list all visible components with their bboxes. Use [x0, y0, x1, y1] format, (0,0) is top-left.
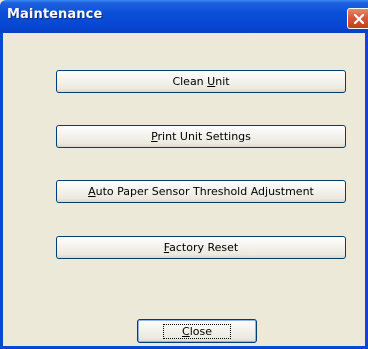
close-focus-rect: Close	[163, 323, 231, 339]
factory-reset-button[interactable]: Factory Reset	[56, 236, 346, 259]
print-unit-settings-label: Print Unit Settings	[151, 130, 251, 143]
clean-unit-button[interactable]: Clean Unit	[56, 70, 346, 93]
auto-paper-sensor-threshold-label: Auto Paper Sensor Threshold Adjustment	[88, 185, 314, 198]
maintenance-dialog: Maintenance Clean Unit Print Unit Settin…	[0, 0, 368, 349]
window-frame-left	[0, 33, 3, 349]
close-label: Close	[182, 324, 212, 338]
title-close-button[interactable]	[347, 8, 368, 29]
window-title: Maintenance	[7, 7, 103, 22]
auto-paper-sensor-threshold-button[interactable]: Auto Paper Sensor Threshold Adjustment	[56, 180, 346, 203]
close-button[interactable]: Close	[137, 319, 257, 343]
factory-reset-label: Factory Reset	[163, 241, 239, 254]
title-bar[interactable]: Maintenance	[0, 0, 368, 33]
clean-unit-label: Clean Unit	[172, 75, 230, 88]
close-x-icon	[353, 13, 365, 25]
print-unit-settings-button[interactable]: Print Unit Settings	[56, 125, 346, 148]
